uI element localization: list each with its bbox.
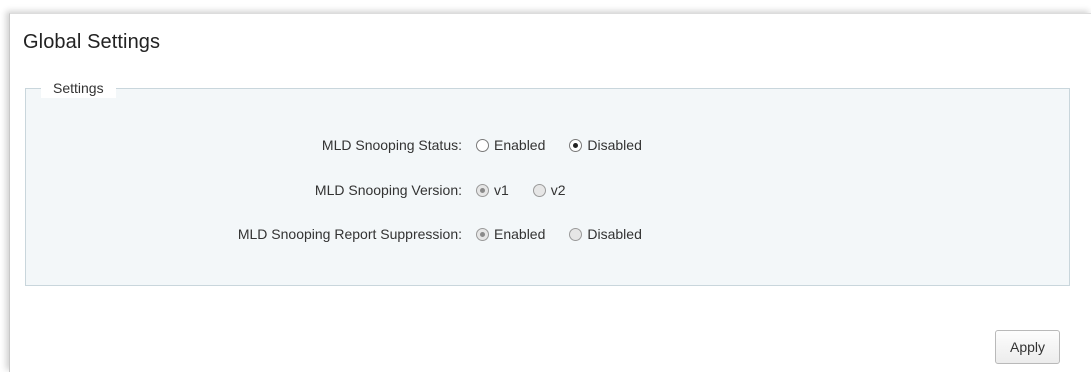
mld-snooping-report-suppression-enabled-text: Enabled — [494, 226, 546, 242]
mld-snooping-status-disabled-option[interactable]: Disabled — [567, 137, 642, 153]
fieldset-legend: Settings — [41, 78, 116, 98]
mld-snooping-status-label: MLD Snooping Status: — [321, 137, 462, 153]
mld-snooping-report-suppression-disabled-option[interactable]: Disabled — [567, 226, 642, 242]
mld-snooping-version-v2-option[interactable]: v2 — [531, 182, 566, 198]
mld-snooping-report-suppression-enabled-option[interactable]: Enabled — [474, 226, 545, 242]
mld-snooping-status-disabled-text: Disabled — [587, 137, 642, 153]
settings-fieldset: Settings MLD Snooping Status: Enabled Di… — [25, 78, 1070, 286]
mld-snooping-version-v1-text: v1 — [494, 182, 509, 198]
mld-snooping-report-suppression-enabled-radio[interactable] — [476, 227, 489, 241]
mld-snooping-version-row: MLD Snooping Version: v1 v2 — [26, 178, 588, 202]
mld-snooping-report-suppression-label: MLD Snooping Report Suppression: — [237, 226, 462, 242]
mld-snooping-report-suppression-disabled-text: Disabled — [587, 226, 642, 242]
page-title: Global Settings — [23, 31, 161, 53]
mld-snooping-version-label: MLD Snooping Version: — [314, 182, 462, 198]
mld-snooping-status-enabled-option[interactable]: Enabled — [474, 137, 545, 153]
mld-snooping-version-v1-radio[interactable] — [476, 183, 489, 197]
mld-snooping-version-v1-option[interactable]: v1 — [474, 182, 509, 198]
mld-snooping-status-enabled-text: Enabled — [494, 137, 546, 153]
mld-snooping-version-v2-radio[interactable] — [532, 183, 546, 197]
apply-button[interactable]: Apply — [995, 330, 1060, 364]
mld-snooping-report-suppression-row: MLD Snooping Report Suppression: Enabled… — [26, 222, 664, 246]
mld-snooping-status-enabled-radio[interactable] — [476, 138, 489, 152]
mld-snooping-report-suppression-disabled-radio[interactable] — [569, 227, 583, 241]
fieldset-border — [26, 88, 41, 89]
mld-snooping-status-row: MLD Snooping Status: Enabled Disabled — [26, 133, 664, 157]
mld-snooping-status-disabled-radio[interactable] — [569, 138, 583, 152]
mld-snooping-version-v2-text: v2 — [550, 182, 566, 198]
settings-panel: Global Settings Settings MLD Snooping St… — [9, 13, 1091, 372]
